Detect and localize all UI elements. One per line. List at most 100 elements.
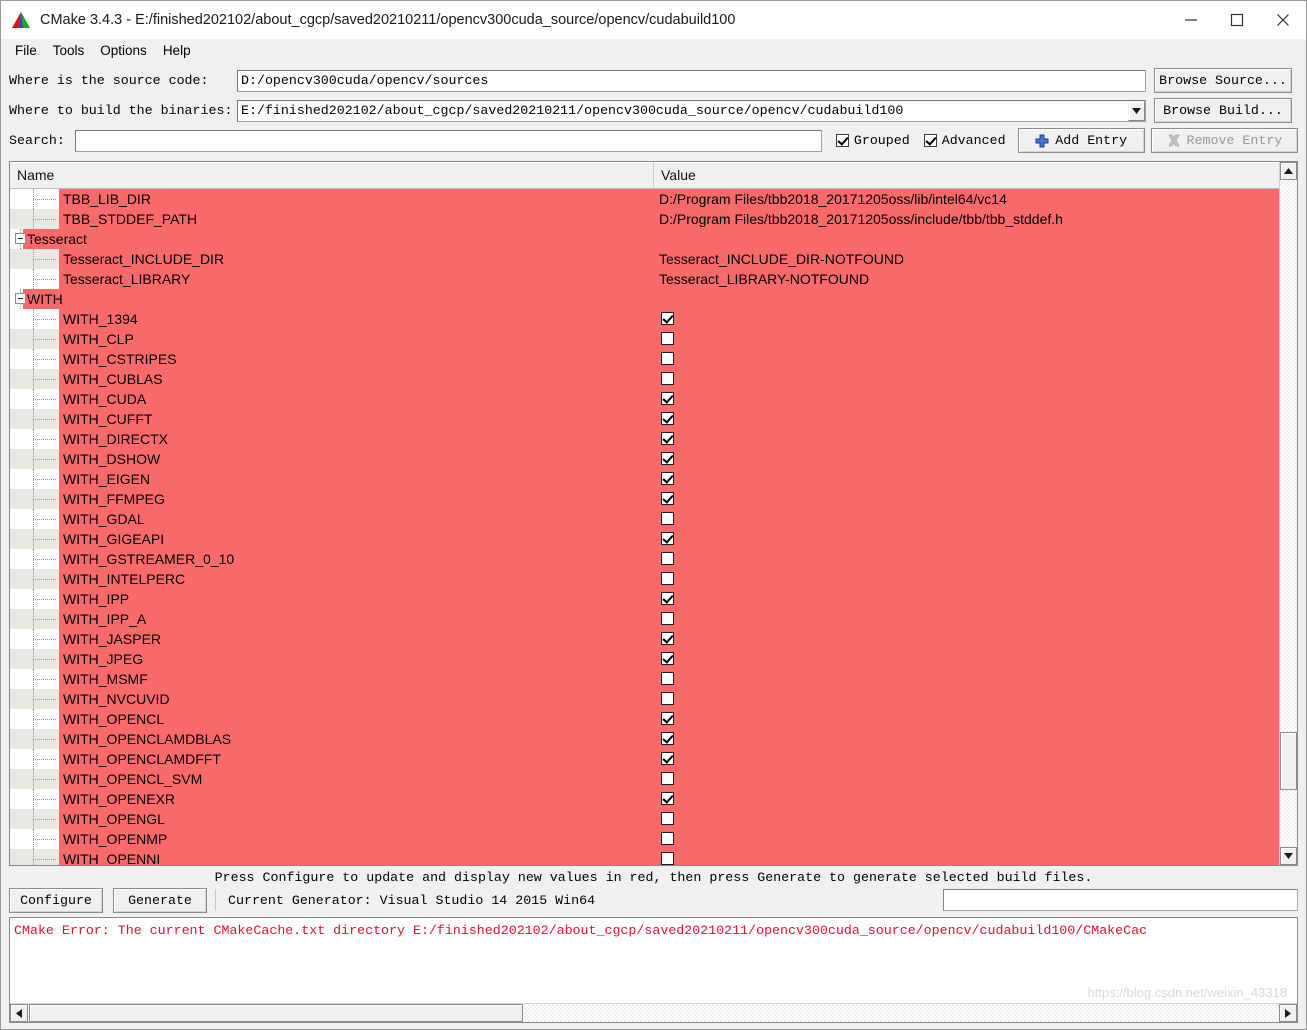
minimize-icon[interactable] <box>1168 1 1214 39</box>
entry-value-checkbox[interactable] <box>661 491 674 505</box>
entry-value[interactable]: D:/Program Files/tbb2018_20171205oss/lib… <box>654 189 1297 209</box>
entry-value[interactable] <box>654 709 1297 730</box>
entry-value[interactable]: D:/Program Files/tbb2018_20171205oss/inc… <box>654 209 1297 229</box>
entry-value[interactable] <box>654 629 1297 650</box>
table-row[interactable]: WITH_CLP <box>10 329 1297 349</box>
entry-value-checkbox[interactable] <box>661 311 674 325</box>
entry-value[interactable] <box>654 589 1297 610</box>
scroll-left-icon[interactable] <box>10 1004 28 1022</box>
table-row[interactable]: WITH_CSTRIPES <box>10 349 1297 369</box>
entry-value-checkbox[interactable] <box>661 771 674 785</box>
entry-value[interactable] <box>654 789 1297 810</box>
table-row[interactable]: WITH_OPENCL <box>10 709 1297 729</box>
table-row[interactable]: WITH_DSHOW <box>10 449 1297 469</box>
table-row[interactable]: WITH_DIRECTX <box>10 429 1297 449</box>
output-scroll-thumb[interactable] <box>29 1004 523 1022</box>
table-row[interactable]: WITH_CUFFT <box>10 409 1297 429</box>
entry-value[interactable]: Tesseract_INCLUDE_DIR-NOTFOUND <box>654 249 1297 269</box>
table-row[interactable]: WITH_IPP_A <box>10 609 1297 629</box>
entry-value-checkbox[interactable] <box>661 631 674 645</box>
table-vertical-scrollbar[interactable] <box>1279 162 1297 865</box>
entry-value-checkbox[interactable] <box>661 611 674 625</box>
scroll-right-icon[interactable] <box>1279 1004 1297 1022</box>
source-path-input[interactable]: D:/opencv300cuda/opencv/sources <box>237 69 1146 92</box>
table-row[interactable]: WITH_FFMPEG <box>10 489 1297 509</box>
browse-build-button[interactable]: Browse Build... <box>1154 98 1292 123</box>
entry-value[interactable] <box>654 449 1297 470</box>
entry-value-checkbox[interactable] <box>661 551 674 565</box>
table-row[interactable]: WITH_OPENCL_SVM <box>10 769 1297 789</box>
maximize-icon[interactable] <box>1214 1 1260 39</box>
entry-value[interactable] <box>654 549 1297 570</box>
table-row[interactable]: WITH_OPENGL <box>10 809 1297 829</box>
browse-source-button[interactable]: Browse Source... <box>1154 68 1292 93</box>
entry-value-checkbox[interactable] <box>661 751 674 765</box>
remove-entry-button[interactable]: Remove Entry <box>1150 128 1298 153</box>
entry-value[interactable] <box>654 509 1297 530</box>
table-row[interactable]: WITH_JPEG <box>10 649 1297 669</box>
table-group-row[interactable]: WITH <box>10 289 1297 309</box>
menu-item-help[interactable]: Help <box>155 41 199 60</box>
table-row[interactable]: WITH_CUBLAS <box>10 369 1297 389</box>
configure-button[interactable]: Configure <box>9 887 103 913</box>
entry-value[interactable] <box>654 369 1297 390</box>
table-row[interactable]: WITH_GSTREAMER_0_10 <box>10 549 1297 569</box>
table-scroll-thumb[interactable] <box>1280 732 1297 790</box>
table-row[interactable]: WITH_EIGEN <box>10 469 1297 489</box>
entry-value[interactable] <box>654 309 1297 330</box>
table-row[interactable]: TBB_STDDEF_PATH D:/Program Files/tbb2018_… <box>10 209 1297 229</box>
entry-value[interactable] <box>654 749 1297 770</box>
entry-value[interactable] <box>654 609 1297 630</box>
entry-value[interactable] <box>654 429 1297 450</box>
scroll-up-icon[interactable] <box>1280 162 1297 180</box>
entry-value[interactable] <box>654 389 1297 410</box>
entry-value-checkbox[interactable] <box>661 691 674 705</box>
entry-value[interactable] <box>654 729 1297 750</box>
build-path-combo[interactable]: E:/finished202102/about_cgcp/saved202102… <box>237 99 1146 122</box>
menu-item-options[interactable]: Options <box>92 41 155 60</box>
entry-value[interactable] <box>654 469 1297 490</box>
entry-value-checkbox[interactable] <box>661 471 674 485</box>
entry-value-checkbox[interactable] <box>661 711 674 725</box>
advanced-checkbox-box[interactable] <box>923 134 937 147</box>
table-row[interactable]: Tesseract_INCLUDE_DIR Tesseract_INCLUDE_D… <box>10 249 1297 269</box>
entry-value-checkbox[interactable] <box>661 431 674 445</box>
entry-value[interactable] <box>654 829 1297 850</box>
entry-value-checkbox[interactable] <box>661 451 674 465</box>
entry-value-checkbox[interactable] <box>661 511 674 525</box>
entry-value-checkbox[interactable] <box>661 411 674 425</box>
entry-value-checkbox[interactable] <box>661 811 674 825</box>
table-row[interactable]: WITH_OPENNI <box>10 849 1297 865</box>
output-horizontal-scrollbar[interactable] <box>10 1003 1297 1022</box>
grouped-checkbox[interactable]: Grouped <box>835 133 910 148</box>
table-row[interactable]: WITH_OPENEXR <box>10 789 1297 809</box>
entry-value-checkbox[interactable] <box>661 591 674 605</box>
table-group-row[interactable]: Tesseract <box>10 229 1297 249</box>
table-row[interactable]: WITH_CUDA <box>10 389 1297 409</box>
entry-value-checkbox[interactable] <box>661 791 674 805</box>
table-row[interactable]: WITH_MSMF <box>10 669 1297 689</box>
table-row[interactable]: WITH_INTELPERC <box>10 569 1297 589</box>
table-row[interactable]: WITH_OPENMP <box>10 829 1297 849</box>
column-header-value[interactable]: Value <box>654 162 1297 188</box>
entry-value-checkbox[interactable] <box>661 651 674 665</box>
build-path-input[interactable]: E:/finished202102/about_cgcp/saved202102… <box>238 101 1128 121</box>
entry-value-checkbox[interactable] <box>661 731 674 745</box>
generate-button[interactable]: Generate <box>113 887 207 913</box>
entry-value[interactable] <box>654 849 1297 866</box>
table-row[interactable]: TBB_LIB_DIR D:/Program Files/tbb2018_2017… <box>10 189 1297 209</box>
entry-value-checkbox[interactable] <box>661 571 674 585</box>
table-row[interactable]: Tesseract_LIBRARY Tesseract_LIBRARY-NOTFO… <box>10 269 1297 289</box>
entry-value[interactable] <box>654 809 1297 830</box>
entry-value-checkbox[interactable] <box>661 371 674 385</box>
search-input[interactable] <box>74 129 822 152</box>
entry-value-checkbox[interactable] <box>661 351 674 365</box>
table-row[interactable]: WITH_NVCUVID <box>10 689 1297 709</box>
entry-value[interactable] <box>654 649 1297 670</box>
entry-value-checkbox[interactable] <box>661 671 674 685</box>
entry-value[interactable] <box>654 349 1297 370</box>
table-row[interactable]: WITH_1394 <box>10 309 1297 329</box>
entry-value[interactable] <box>654 769 1297 790</box>
entry-value[interactable]: Tesseract_LIBRARY-NOTFOUND <box>654 269 1297 289</box>
close-icon[interactable] <box>1260 1 1306 39</box>
